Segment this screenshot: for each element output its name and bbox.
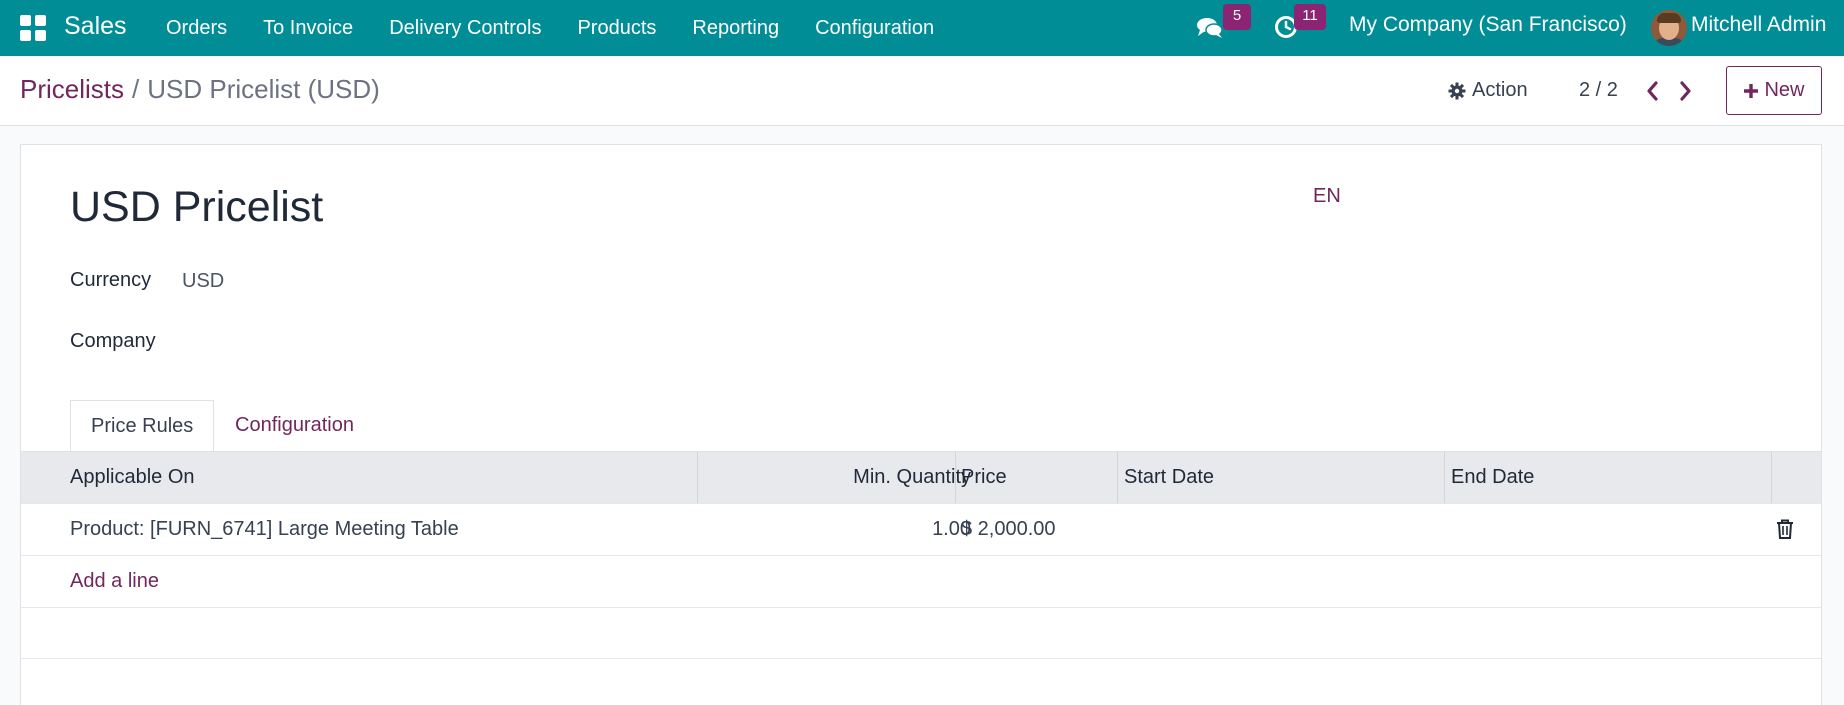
main-menu: Orders To Invoice Delivery Controls Prod… <box>148 0 952 56</box>
activities-count-badge: 11 <box>1294 4 1326 30</box>
messages-count-badge: 5 <box>1223 4 1251 30</box>
chevron-right-icon[interactable] <box>1674 79 1696 103</box>
user-menu[interactable]: Mitchell Admin <box>1691 13 1826 37</box>
table-row[interactable]: Product: [FURN_6741] Large Meeting Table… <box>21 503 1821 555</box>
breadcrumb-current: USD Pricelist (USD) <box>147 74 380 104</box>
gear-icon <box>1448 82 1466 99</box>
column-start-date[interactable]: Start Date <box>1124 452 1214 504</box>
column-applicable-on[interactable]: Applicable On <box>70 452 195 504</box>
avatar[interactable] <box>1651 10 1687 46</box>
chevron-left-icon[interactable] <box>1642 79 1664 103</box>
action-button[interactable]: Action <box>1448 79 1528 102</box>
breadcrumb-separator: / <box>132 74 140 104</box>
menu-item-reporting[interactable]: Reporting <box>674 0 797 56</box>
add-line-row: Add a line <box>21 555 1821 607</box>
tab-price-rules[interactable]: Price Rules <box>70 400 215 452</box>
menu-item-products[interactable]: Products <box>559 0 674 56</box>
new-button-label: New <box>1764 79 1805 101</box>
currency-field[interactable]: USD <box>182 270 224 293</box>
chat-icon[interactable] <box>1196 16 1224 40</box>
control-panel: Pricelists / USD Pricelist (USD) Action 2 … <box>0 56 1844 126</box>
new-button[interactable]: New <box>1726 66 1822 115</box>
company-switcher[interactable]: My Company (San Francisco) <box>1349 13 1627 37</box>
tab-configuration[interactable]: Configuration <box>215 400 374 452</box>
plus-icon <box>1744 83 1759 98</box>
table-empty-row <box>21 607 1821 659</box>
company-label: Company <box>70 330 156 352</box>
cell-price[interactable]: $ 2,000.00 <box>961 504 1056 556</box>
menu-item-delivery-controls[interactable]: Delivery Controls <box>371 0 559 56</box>
menu-item-configuration[interactable]: Configuration <box>797 0 952 56</box>
top-navbar: Sales Orders To Invoice Delivery Control… <box>0 0 1844 56</box>
column-min-quantity[interactable]: Min. Quantity <box>853 452 971 504</box>
breadcrumb: Pricelists / USD Pricelist (USD) <box>20 74 380 105</box>
record-title[interactable]: USD Pricelist <box>70 183 323 232</box>
apps-menu-icon[interactable] <box>20 15 46 41</box>
table-header: Applicable On Min. Quantity Price Start … <box>21 451 1821 504</box>
action-label: Action <box>1472 79 1528 101</box>
language-selector[interactable]: EN <box>1313 185 1341 208</box>
trash-icon[interactable] <box>1775 518 1795 540</box>
column-price[interactable]: Price <box>961 452 1007 504</box>
add-line-link[interactable]: Add a line <box>70 556 159 606</box>
menu-item-orders[interactable]: Orders <box>148 0 245 56</box>
column-end-date[interactable]: End Date <box>1451 452 1534 504</box>
form-sheet: USD Pricelist EN Currency USD Company Pr… <box>20 144 1822 705</box>
breadcrumb-pricelists-link[interactable]: Pricelists <box>20 74 124 104</box>
app-name[interactable]: Sales <box>64 12 127 41</box>
price-rules-table: Applicable On Min. Quantity Price Start … <box>21 451 1821 659</box>
pager-value[interactable]: 2 / 2 <box>1579 79 1618 102</box>
currency-label: Currency <box>70 269 152 291</box>
cell-applicable-on[interactable]: Product: [FURN_6741] Large Meeting Table <box>70 504 459 556</box>
menu-item-to-invoice[interactable]: To Invoice <box>245 0 371 56</box>
